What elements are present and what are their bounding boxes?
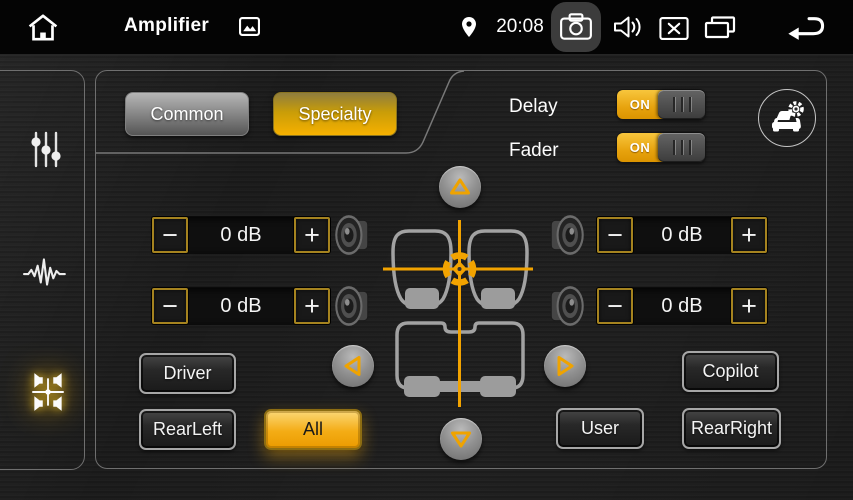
car-settings-button[interactable] bbox=[758, 89, 816, 147]
back-icon[interactable] bbox=[786, 14, 828, 42]
right-arrow-icon bbox=[550, 351, 580, 381]
camera-icon bbox=[559, 13, 593, 41]
fader-toggle-on-label: ON bbox=[617, 133, 663, 162]
move-up-button[interactable] bbox=[439, 166, 481, 208]
rear-left-speaker-icon bbox=[334, 284, 370, 333]
gain-front-left-minus-button[interactable]: − bbox=[152, 217, 188, 253]
rear-right-speaker-icon bbox=[549, 284, 585, 333]
gain-front-right: 0 dB − + bbox=[597, 217, 767, 253]
amplifier-screen: Amplifier 20:08 bbox=[0, 0, 853, 500]
zone-rearright-button[interactable]: RearRight bbox=[682, 408, 781, 449]
location-pin-icon bbox=[461, 16, 477, 38]
sound-wave-icon bbox=[23, 253, 69, 291]
fader-toggle[interactable]: ON bbox=[617, 133, 705, 162]
page-title: Amplifier bbox=[124, 15, 209, 37]
move-down-button[interactable] bbox=[440, 418, 482, 460]
zone-all-button[interactable]: All bbox=[264, 409, 362, 450]
zone-driver-button[interactable]: Driver bbox=[139, 353, 236, 394]
fader-toggle-knob[interactable] bbox=[658, 133, 705, 162]
gain-rear-right-plus-button[interactable]: + bbox=[731, 288, 767, 324]
speaker-balance-icon bbox=[27, 371, 69, 413]
home-icon[interactable] bbox=[26, 13, 60, 42]
gain-rear-left: 0 dB − + bbox=[152, 288, 330, 324]
delay-toggle-on-label: ON bbox=[617, 90, 663, 119]
front-left-speaker-icon bbox=[334, 213, 370, 262]
gain-rear-right: 0 dB − + bbox=[597, 288, 767, 324]
gain-front-right-minus-button[interactable]: − bbox=[597, 217, 633, 253]
left-arrow-icon bbox=[338, 351, 368, 381]
gain-front-right-plus-button[interactable]: + bbox=[731, 217, 767, 253]
move-right-button[interactable] bbox=[544, 345, 586, 387]
volume-icon[interactable] bbox=[613, 15, 643, 39]
sidebar-item-equalizer[interactable] bbox=[20, 124, 72, 176]
zone-rearleft-button[interactable]: RearLeft bbox=[139, 409, 236, 450]
front-right-speaker-icon bbox=[549, 213, 585, 262]
gain-front-left: 0 dB − + bbox=[152, 217, 330, 253]
move-left-button[interactable] bbox=[332, 345, 374, 387]
zone-user-button[interactable]: User bbox=[556, 408, 644, 449]
tab-specialty[interactable]: Specialty bbox=[273, 92, 397, 136]
equalizer-sliders-icon bbox=[28, 131, 64, 169]
clock: 20:08 bbox=[492, 16, 548, 38]
delay-toggle[interactable]: ON bbox=[617, 90, 705, 119]
down-arrow-icon bbox=[446, 424, 476, 454]
gain-rear-left-minus-button[interactable]: − bbox=[152, 288, 188, 324]
sidebar-item-fader-balance[interactable] bbox=[22, 366, 74, 418]
tab-common[interactable]: Common bbox=[125, 92, 249, 136]
status-bar: Amplifier 20:08 bbox=[0, 0, 853, 55]
camera-button[interactable] bbox=[551, 2, 601, 52]
fader-label: Fader bbox=[509, 140, 559, 162]
delay-label: Delay bbox=[509, 96, 558, 118]
close-window-icon[interactable] bbox=[659, 17, 689, 40]
gain-rear-right-minus-button[interactable]: − bbox=[597, 288, 633, 324]
zone-copilot-button[interactable]: Copilot bbox=[682, 351, 779, 392]
recent-apps-icon[interactable] bbox=[704, 16, 736, 39]
sidebar-item-sound-effect[interactable] bbox=[20, 246, 72, 298]
gain-rear-left-plus-button[interactable]: + bbox=[294, 288, 330, 324]
delay-toggle-knob[interactable] bbox=[658, 90, 705, 119]
car-gear-icon bbox=[768, 101, 806, 135]
up-arrow-icon bbox=[445, 172, 475, 202]
gain-front-left-plus-button[interactable]: + bbox=[294, 217, 330, 253]
image-icon bbox=[239, 17, 260, 36]
